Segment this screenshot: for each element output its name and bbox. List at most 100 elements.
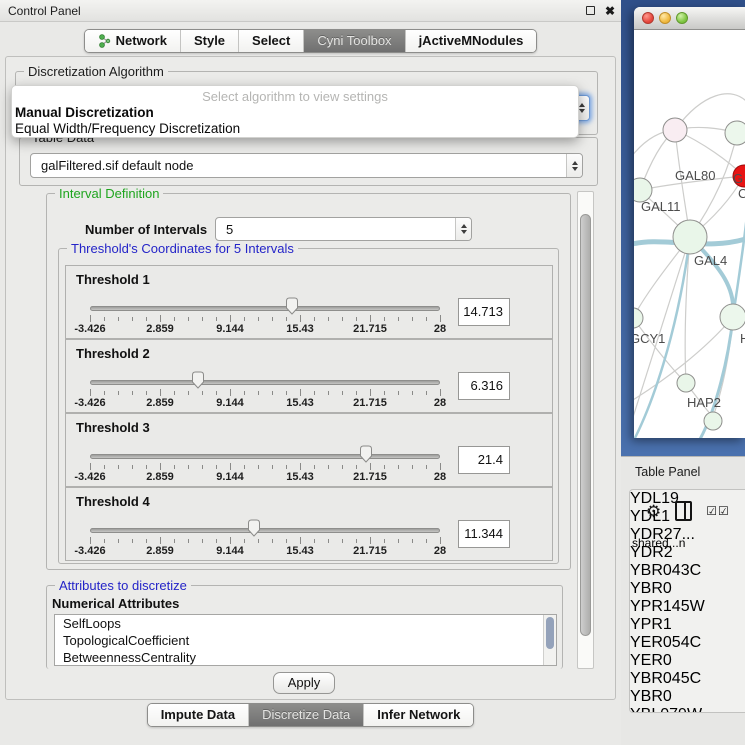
- slider-thumb[interactable]: [191, 371, 205, 389]
- threshold-4-box: Threshold 4 -3.426 2.859 9.144 15.43: [65, 487, 553, 561]
- table-row[interactable]: YBR045C YBR0: [630, 670, 745, 706]
- scrollbar-thumb[interactable]: [580, 214, 591, 636]
- tick-label: 9.144: [216, 323, 244, 335]
- tick-label: 2.859: [146, 323, 174, 335]
- network-icon: [98, 34, 111, 48]
- threshold-4-slider[interactable]: -3.426 2.859 9.144 15.43 21.715 28 11.34…: [66, 488, 552, 560]
- threshold-2-value-field[interactable]: 6.316: [458, 372, 510, 400]
- threshold-1-value-field[interactable]: 14.713: [458, 298, 510, 326]
- apply-button[interactable]: Apply: [273, 672, 335, 694]
- table-row[interactable]: YER054C YER0: [630, 634, 745, 670]
- tick-label: 15.43: [286, 397, 314, 409]
- cyni-settings-panel: Discretization Algorithm Select algorith…: [5, 56, 616, 700]
- threshold-coordinates-group: Threshold's Coordinates for 5 Intervals …: [58, 248, 559, 564]
- list-item[interactable]: SelfLoops: [55, 615, 556, 632]
- threshold-4-value-field[interactable]: 11.344: [458, 520, 510, 548]
- tick-label: 15.43: [286, 323, 314, 335]
- tab-impute-data[interactable]: Impute Data: [148, 704, 248, 726]
- stepper-icon: [455, 218, 471, 240]
- slider-ticks: [90, 537, 442, 545]
- network-canvas[interactable]: GAL80 G C GAL11 GAL4 GCY1 H HAP2: [634, 31, 745, 438]
- node-label-gal11: GAL11: [641, 199, 681, 214]
- tab-infer-network[interactable]: Infer Network: [363, 704, 473, 726]
- network-window-titlebar: [634, 7, 745, 30]
- tick-label: 21.715: [353, 471, 387, 483]
- algorithm-option-equal-width[interactable]: Equal Width/Frequency Discretization: [15, 121, 240, 136]
- zoom-traffic-light-icon[interactable]: [676, 12, 688, 24]
- threshold-1-slider[interactable]: -3.426 2.859 9.144 15.43 21.715 28 14.71…: [66, 266, 552, 338]
- group-label: Interval Definition: [55, 186, 163, 201]
- cell: YBR045C: [630, 670, 745, 688]
- node-label-gal4: GAL4: [694, 253, 727, 268]
- column-header-name[interactable]: n: [679, 536, 686, 562]
- threshold-2-slider[interactable]: -3.426 2.859 9.144 15.43 21.715 28 6.316: [66, 340, 552, 412]
- slider-thumb[interactable]: [285, 297, 299, 315]
- settings-scrollbar[interactable]: [577, 191, 594, 669]
- node-hap2: [677, 374, 695, 392]
- table-header-row: shared... n: [632, 536, 685, 562]
- slider-thumb[interactable]: [247, 519, 261, 537]
- node-label-partial-h: H: [740, 331, 745, 346]
- threshold-3-box: Threshold 3 -3.426 2.859 9.144 15.43: [65, 413, 553, 487]
- threshold-3-slider[interactable]: -3.426 2.859 9.144 15.43 21.715 28 21.4: [66, 414, 552, 486]
- tab-style[interactable]: Style: [180, 30, 238, 52]
- float-window-icon[interactable]: [586, 6, 595, 15]
- table-data-select[interactable]: galFiltered.sif default node: [30, 153, 583, 178]
- cell: YBL079W: [630, 706, 745, 713]
- slider-track[interactable]: [90, 454, 440, 459]
- list-item[interactable]: TopologicalCoefficient: [55, 632, 556, 649]
- tick-label: 21.715: [353, 397, 387, 409]
- slider-track[interactable]: [90, 528, 440, 533]
- tab-label: Network: [116, 33, 167, 48]
- threshold-3-value-field[interactable]: 21.4: [458, 446, 510, 474]
- tick-label: 9.144: [216, 545, 244, 557]
- control-panel-titlebar: Control Panel ✖: [0, 0, 621, 22]
- slider-ticks: [90, 463, 442, 471]
- tab-network[interactable]: Network: [85, 30, 180, 52]
- cell: YPR145W: [630, 598, 745, 616]
- minimize-traffic-light-icon[interactable]: [659, 12, 671, 24]
- tab-select[interactable]: Select: [238, 30, 303, 52]
- table-row[interactable]: YBR043C YBR0: [630, 562, 745, 598]
- slider-track[interactable]: [90, 380, 440, 385]
- list-scrollbar[interactable]: [543, 615, 556, 665]
- cell: YBR043C: [630, 562, 745, 580]
- tab-jactivemnodules[interactable]: jActiveMNodules: [405, 30, 537, 52]
- table-data-value: galFiltered.sif default node: [31, 158, 566, 173]
- cell: YBR0: [630, 688, 745, 706]
- columns-icon[interactable]: [675, 501, 692, 521]
- checkbox-icons[interactable]: ☑☑: [706, 504, 730, 518]
- node-label-gal80: GAL80: [675, 168, 715, 183]
- close-icon[interactable]: ✖: [605, 6, 615, 16]
- slider-track[interactable]: [90, 306, 440, 311]
- table-panel: Table Panel ⚙ ☑☑ shared... n YDL19... YD…: [621, 456, 745, 745]
- table-data-group: Table Data galFiltered.sif default node: [19, 137, 598, 186]
- scrollbar-thumb[interactable]: [546, 617, 554, 649]
- node-label-hap2: HAP2: [687, 395, 721, 410]
- tick-label: 28: [434, 323, 446, 335]
- table-row[interactable]: YBL079W YBL0: [630, 706, 745, 713]
- tab-label: Discretize Data: [262, 707, 350, 722]
- close-traffic-light-icon[interactable]: [642, 12, 654, 24]
- group-label: Attributes to discretize: [55, 578, 191, 593]
- algorithm-option-manual[interactable]: Manual Discretization: [15, 105, 154, 120]
- tab-label: Infer Network: [377, 707, 460, 722]
- tick-label: -3.426: [74, 323, 105, 335]
- tab-cyni-toolbox[interactable]: Cyni Toolbox: [303, 30, 404, 52]
- window-title: Control Panel: [6, 4, 81, 18]
- table-row[interactable]: YPR145W YPR1: [630, 598, 745, 634]
- numerical-attributes-list[interactable]: SelfLoops TopologicalCoefficient Between…: [54, 614, 557, 666]
- number-of-intervals-select[interactable]: 5: [215, 217, 472, 241]
- attributes-group: Attributes to discretize Numerical Attri…: [46, 585, 563, 669]
- tab-discretize-data[interactable]: Discretize Data: [248, 704, 363, 726]
- algorithm-dropdown-popup: Select algorithm to view settings Manual…: [11, 85, 579, 138]
- slider-thumb[interactable]: [359, 445, 373, 463]
- cell: YPR1: [630, 616, 745, 634]
- list-item[interactable]: BetweennessCentrality: [55, 649, 556, 666]
- node-gal80: [663, 118, 687, 142]
- gear-icon[interactable]: ⚙: [646, 503, 661, 520]
- tick-label: 9.144: [216, 397, 244, 409]
- tab-label: Cyni Toolbox: [317, 33, 391, 48]
- column-header-shared-name[interactable]: shared...: [632, 536, 679, 562]
- cytoscape-desktop: GAL80 G C GAL11 GAL4 GCY1 H HAP2: [621, 0, 745, 456]
